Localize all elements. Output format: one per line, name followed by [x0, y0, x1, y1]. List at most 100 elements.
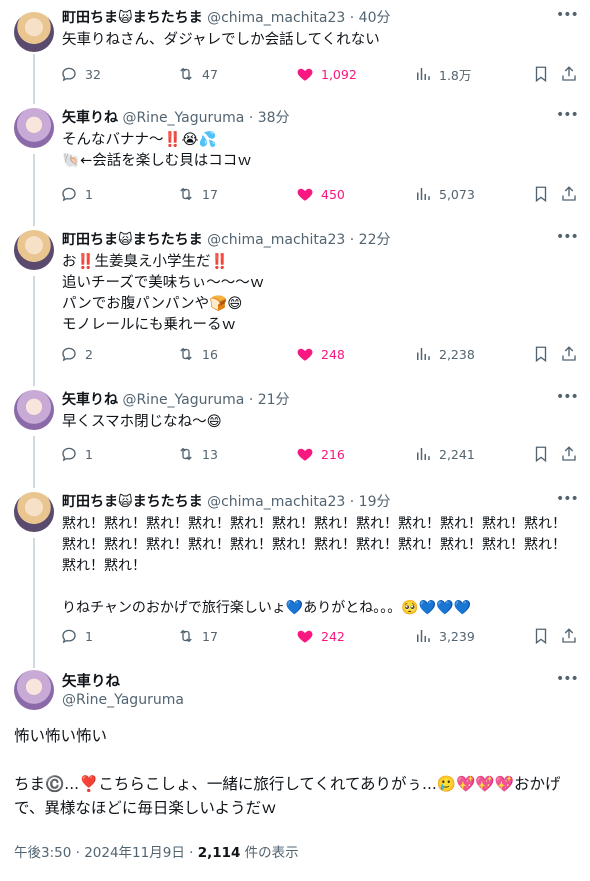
views-button[interactable]: 5,073 — [414, 184, 475, 204]
retweet-count: 16 — [202, 346, 218, 362]
reply-button[interactable]: 1 — [60, 444, 93, 464]
bookmark-button[interactable] — [532, 444, 550, 464]
retweet-button[interactable]: 16 — [177, 344, 218, 364]
avatar[interactable] — [14, 390, 54, 430]
author-name[interactable]: 町田ちま🙀まちたちま — [62, 232, 203, 248]
like-button[interactable]: 1,092 — [296, 64, 357, 84]
bar-chart-icon — [414, 445, 432, 463]
view-count: 2,114 — [197, 845, 241, 861]
view-count: 1.8万 — [439, 67, 472, 83]
reply-button[interactable]: 32 — [60, 64, 101, 84]
more-icon[interactable]: ••• — [556, 108, 579, 128]
reply-button[interactable]: 2 — [60, 344, 93, 364]
bookmark-icon — [532, 445, 550, 463]
reply-tweet[interactable]: 町田ちま🙀まちたちま @chima_machita23 · 40分 ••• 矢車… — [0, 8, 590, 98]
reply-count: 1 — [85, 186, 93, 202]
view-count: 3,239 — [439, 628, 475, 644]
reply-count: 1 — [85, 628, 93, 644]
view-count: 2,241 — [439, 446, 475, 462]
tweet-header: 町田ちま🙀まちたちま @chima_machita23 · 40分 — [62, 10, 391, 26]
retweet-icon — [177, 65, 195, 83]
bar-chart-icon — [414, 627, 432, 645]
bookmark-button[interactable] — [532, 344, 550, 364]
more-icon[interactable]: ••• — [556, 492, 579, 512]
retweet-button[interactable]: 47 — [177, 64, 218, 84]
reply-button[interactable]: 1 — [60, 184, 93, 204]
views-button[interactable]: 2,241 — [414, 444, 475, 464]
bookmark-button[interactable] — [532, 64, 550, 84]
timestamp-text[interactable]: 午後3:50 · 2024年11月9日 · — [14, 845, 198, 861]
retweet-button[interactable]: 17 — [177, 184, 218, 204]
avatar[interactable] — [14, 108, 54, 148]
tweet-header: 矢車りね @Rine_Yaguruma · 21分 — [62, 392, 290, 408]
share-icon — [560, 65, 578, 83]
tweet-time[interactable]: 21分 — [258, 392, 290, 408]
retweet-count: 13 — [202, 446, 218, 462]
bookmark-icon — [532, 345, 550, 363]
author-handle[interactable]: @Rine_Yaguruma — [62, 692, 184, 708]
author-name[interactable]: 町田ちま🙀まちたちま — [62, 10, 203, 26]
retweet-icon — [177, 445, 195, 463]
tweet-text: 矢車りねさん、ダジャレでしか会話してくれない — [62, 32, 380, 48]
avatar[interactable] — [14, 492, 54, 532]
avatar[interactable] — [14, 670, 54, 710]
tweet-time[interactable]: 22分 — [359, 232, 391, 248]
reply-button[interactable]: 1 — [60, 626, 93, 646]
bar-chart-icon — [414, 345, 432, 363]
share-button[interactable] — [560, 64, 578, 84]
reply-tweet[interactable]: 矢車りね @Rine_Yaguruma · 21分 ••• 早くスマホ閉じなね〜… — [0, 390, 590, 480]
views-button[interactable]: 1.8万 — [414, 64, 471, 84]
author-name[interactable]: 矢車りね — [62, 670, 120, 691]
bar-chart-icon — [414, 185, 432, 203]
like-button[interactable]: 450 — [296, 184, 345, 204]
tweet-text: 黙れ！黙れ！黙れ！黙れ！黙れ！黙れ！黙れ！黙れ！黙れ！黙れ！黙れ！黙れ！黙れ！黙… — [62, 516, 566, 616]
author-name[interactable]: 矢車りね — [62, 392, 118, 408]
share-button[interactable] — [560, 344, 578, 364]
author-handle[interactable]: @Rine_Yaguruma — [122, 392, 244, 408]
share-button[interactable] — [560, 184, 578, 204]
like-count: 1,092 — [321, 66, 357, 82]
bookmark-icon — [532, 65, 550, 83]
views-button[interactable]: 2,238 — [414, 344, 475, 364]
more-icon[interactable]: ••• — [556, 230, 579, 250]
reply-icon — [60, 445, 78, 463]
like-button[interactable]: 242 — [296, 626, 345, 646]
author-handle[interactable]: @chima_machita23 — [207, 232, 345, 248]
avatar[interactable] — [14, 12, 54, 52]
tweet-text: そんなバナナ〜‼️😭💦 🐚←会話を楽しむ貝はココｗ — [62, 132, 252, 169]
retweet-button[interactable]: 17 — [177, 626, 218, 646]
views-button[interactable]: 3,239 — [414, 626, 475, 646]
author-handle[interactable]: @Rine_Yaguruma — [122, 110, 244, 126]
reply-tweet[interactable]: 町田ちま🙀まちたちま @chima_machita23 · 22分 ••• お‼… — [0, 230, 590, 380]
tweet-time[interactable]: 38分 — [258, 110, 290, 126]
avatar[interactable] — [14, 230, 54, 270]
more-icon[interactable]: ••• — [556, 390, 579, 410]
like-count: 248 — [321, 346, 345, 362]
share-button[interactable] — [560, 626, 578, 646]
tweet-text: 怖い怖い怖い ちま©️...❣️こちらこしょ、一緒に旅行してくれてありがぅ...… — [14, 727, 561, 817]
more-icon[interactable]: ••• — [556, 8, 579, 28]
share-icon — [560, 185, 578, 203]
reply-count: 2 — [85, 346, 93, 362]
like-button[interactable]: 248 — [296, 344, 345, 364]
author-handle[interactable]: @chima_machita23 — [207, 494, 345, 510]
share-button[interactable] — [560, 444, 578, 464]
bookmark-button[interactable] — [532, 626, 550, 646]
action-bar: 1 13 216 2,241 — [60, 444, 580, 464]
like-button[interactable]: 216 — [296, 444, 345, 464]
author-name[interactable]: 矢車りね — [62, 110, 118, 126]
more-icon[interactable]: ••• — [556, 672, 579, 692]
reply-tweet[interactable]: 町田ちま🙀まちたちま @chima_machita23 · 19分 ••• 黙れ… — [0, 492, 590, 652]
retweet-count: 47 — [202, 66, 218, 82]
heart-icon — [296, 345, 314, 363]
bookmark-button[interactable] — [532, 184, 550, 204]
tweet-time[interactable]: 19分 — [359, 494, 391, 510]
author-name[interactable]: 町田ちま🙀まちたちま — [62, 494, 203, 510]
retweet-icon — [177, 185, 195, 203]
reply-icon — [60, 345, 78, 363]
retweet-button[interactable]: 13 — [177, 444, 218, 464]
tweet-time[interactable]: 40分 — [359, 10, 391, 26]
author-handle[interactable]: @chima_machita23 — [207, 10, 345, 26]
reply-icon — [60, 627, 78, 645]
reply-tweet[interactable]: 矢車りね @Rine_Yaguruma · 38分 ••• そんなバナナ〜‼️😭… — [0, 108, 590, 218]
